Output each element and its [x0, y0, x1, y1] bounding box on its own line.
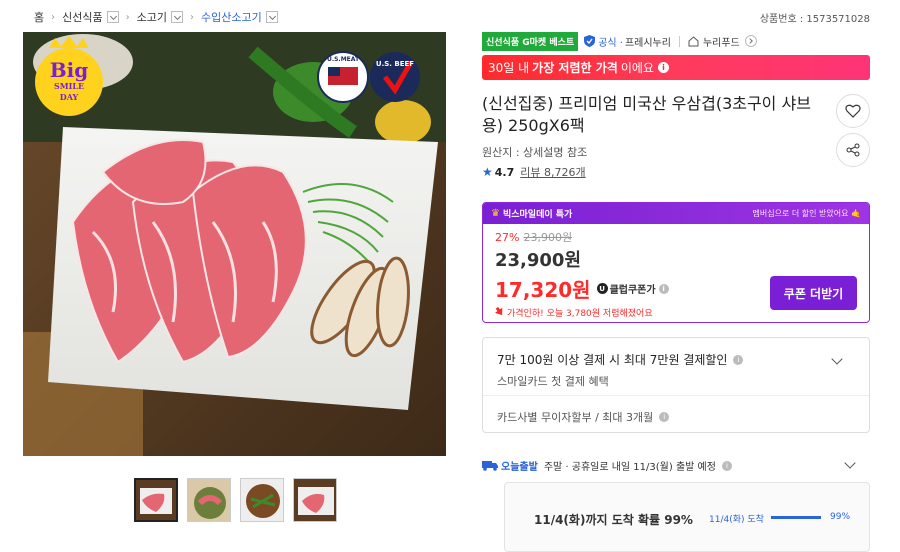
- wishlist-button[interactable]: [836, 94, 870, 128]
- breadcrumb-fresh-label: 신선식품: [62, 11, 103, 24]
- promo-title: ♛ 빅스마일데이 특가: [491, 207, 572, 220]
- dropdown-chevron-icon[interactable]: [265, 11, 278, 23]
- delivery-desc: 주말 · 공휴일로 내일 11/3(월) 출발 예정: [543, 462, 716, 473]
- card-discount-row[interactable]: 7만 100원 이상 결제 시 최대 7만원 결제할인 i: [497, 351, 744, 368]
- gmarket-best-badge[interactable]: 신선식품 G마켓 베스트: [482, 31, 579, 51]
- club-u-icon: U: [596, 283, 608, 294]
- breadcrumb-imported-beef-label: 수입산소고기: [200, 11, 262, 24]
- dropdown-chevron-icon[interactable]: [106, 11, 119, 23]
- badge-big-text: Big: [49, 58, 89, 82]
- dropdown-chevron-icon[interactable]: [170, 11, 183, 23]
- share-button[interactable]: [836, 133, 870, 167]
- chevron-right-icon: ›: [51, 11, 56, 23]
- price-drop-text: 가격인하! 오늘 3,780원 저렴해졌어요: [507, 309, 653, 319]
- thumbnail-3[interactable]: [240, 478, 284, 522]
- lowest-post: 이에요: [620, 61, 654, 75]
- membership-discount-text[interactable]: 멤버십으로 더 할인 받았어요 🤙: [753, 208, 861, 219]
- arrival-progress-bar: [771, 516, 821, 519]
- thumbnail-4[interactable]: [293, 478, 337, 522]
- promo-price-box: ♛ 빅스마일데이 특가 멤버십으로 더 할인 받았어요 🤙 27% 23,900…: [482, 202, 870, 323]
- thumbnail-2[interactable]: [187, 478, 231, 522]
- product-number: 상품번호 : 1573571028: [759, 14, 870, 25]
- chevron-right-icon: [744, 35, 757, 47]
- breadcrumb-imported-beef[interactable]: › 수입산소고기: [183, 9, 278, 25]
- info-icon[interactable]: i: [657, 62, 669, 73]
- official-label: 공식 ·: [598, 37, 623, 49]
- breadcrumb-home-label: 홈: [34, 11, 45, 24]
- product-info-panel: 신선식품 G마켓 베스트 공식 · 프레시누리 누리푸드 30일 내 가장 저렴…: [482, 31, 870, 552]
- promo-header: ♛ 빅스마일데이 특가 멤버십으로 더 할인 받았어요 🤙: [483, 203, 869, 224]
- thumbnail-strip: [134, 478, 337, 522]
- breadcrumb-beef-label: 소고기: [136, 11, 167, 24]
- breadcrumb: 홈 › 신선식품 › 소고기 › 수입산소고기: [34, 9, 278, 25]
- official-seller-badge[interactable]: 공식 · 프레시누리: [584, 34, 671, 49]
- promo-body: 27% 23,900원 23,900원 17,320원 U 클럽쿠폰가 i 가격…: [483, 224, 869, 322]
- crown-icon: ♛: [491, 208, 500, 219]
- chevron-down-icon[interactable]: [831, 353, 843, 365]
- smile-card-text: 스마일카드 첫 결제 혜택: [497, 375, 609, 388]
- chevron-right-icon: ›: [125, 11, 130, 23]
- lowest-pre: 30일 내: [488, 61, 530, 75]
- club-coupon-text: 클럽쿠폰가: [609, 285, 656, 296]
- arrival-progress-fill: [771, 516, 821, 519]
- badge-day-text: DAY: [59, 92, 79, 102]
- promo-title-text: 빅스마일데이 특가: [502, 210, 573, 220]
- info-icon[interactable]: i: [721, 460, 732, 471]
- sale-price: 23,900원: [495, 250, 582, 271]
- chevron-right-icon: ›: [189, 11, 194, 23]
- card-benefits-panel: 7만 100원 이상 결제 시 최대 7만원 결제할인 i 스마일카드 첫 결제…: [482, 337, 870, 433]
- original-price: 23,900원: [523, 231, 573, 244]
- main-product-image[interactable]: Big SMILE DAY U.S.MEAT U.S. BEEF: [23, 32, 446, 456]
- heart-icon: [845, 104, 861, 118]
- arrival-percent: 99%: [830, 512, 851, 522]
- installment-text: 카드사별 무이자할부 / 최대 3개월: [497, 411, 654, 424]
- installment-row[interactable]: 카드사별 무이자할부 / 최대 3개월 i: [497, 409, 670, 425]
- coupon-price: 17,320원: [495, 278, 591, 302]
- get-more-coupons-button[interactable]: 쿠폰 더받기: [770, 276, 857, 310]
- origin-text: 원산지 : 상세설명 참조: [482, 146, 588, 159]
- thumbnail-1[interactable]: [134, 478, 178, 522]
- big-smile-day-badge-text: Big SMILE DAY: [37, 60, 101, 103]
- divider: [483, 395, 869, 396]
- shield-check-icon: [584, 35, 596, 47]
- badge-row: 신선식품 G마켓 베스트 공식 · 프레시누리 누리푸드: [482, 31, 870, 51]
- arrival-date-label: 11/4(화) 도착: [709, 515, 764, 525]
- delivery-row: 오늘출발 주말 · 공휴일로 내일 11/3(월) 출발 예정 i: [482, 458, 870, 473]
- star-icon: ★: [482, 165, 493, 179]
- club-coupon-label[interactable]: U 클럽쿠폰가 i: [596, 281, 669, 296]
- rating-score: 4.7: [494, 165, 515, 179]
- info-icon[interactable]: i: [733, 354, 744, 365]
- arrival-text: 11/4(화)까지 도착 확률 99%: [534, 513, 693, 527]
- breadcrumb-fresh[interactable]: › 신선식품: [44, 9, 119, 25]
- badge-smile-text: SMILE: [53, 81, 85, 91]
- share-icon: [846, 143, 860, 157]
- lowest-bold: 가장 저렴한 가격: [532, 61, 618, 75]
- breadcrumb-beef[interactable]: › 소고기: [119, 9, 183, 25]
- store-name: 누리푸드: [702, 37, 740, 49]
- arrow-down-icon: [494, 306, 504, 319]
- today-shipping-label: 오늘출발: [501, 462, 538, 473]
- usmeat-seal-label: U.S.MEAT: [326, 56, 360, 63]
- arrival-probability-box: 11/4(화)까지 도착 확률 99% 11/4(화) 도착 99%: [504, 482, 870, 552]
- lowest-price-banner: 30일 내 가장 저렴한 가격 이에요 i: [482, 55, 870, 80]
- official-brand-label: 프레시누리: [624, 37, 671, 49]
- info-icon[interactable]: i: [659, 412, 670, 422]
- truck-icon: [482, 461, 498, 471]
- rating-row: ★ 4.7 리뷰 8,726개: [482, 164, 870, 180]
- home-icon: [688, 35, 699, 46]
- discount-rate: 27%: [495, 230, 520, 244]
- card-discount-text: 7만 100원 이상 결제 시 최대 7만원 결제할인: [497, 353, 728, 367]
- reviews-link[interactable]: 리뷰 8,726개: [520, 164, 585, 180]
- divider: [678, 35, 680, 47]
- discount-row: 27% 23,900원: [495, 229, 857, 245]
- product-title: (신선집중) 프리미엄 미국산 우삼겹(3초구이 샤브용) 250gX6팩: [482, 94, 811, 135]
- info-icon[interactable]: i: [658, 283, 669, 294]
- top-bar: 홈 › 신선식품 › 소고기 › 수입산소고기 상품번호 : 157357102…: [0, 0, 900, 32]
- usbeef-seal-label: U.S. BEEF: [375, 60, 415, 68]
- store-link[interactable]: 누리푸드: [688, 34, 757, 49]
- breadcrumb-home[interactable]: 홈: [34, 9, 44, 25]
